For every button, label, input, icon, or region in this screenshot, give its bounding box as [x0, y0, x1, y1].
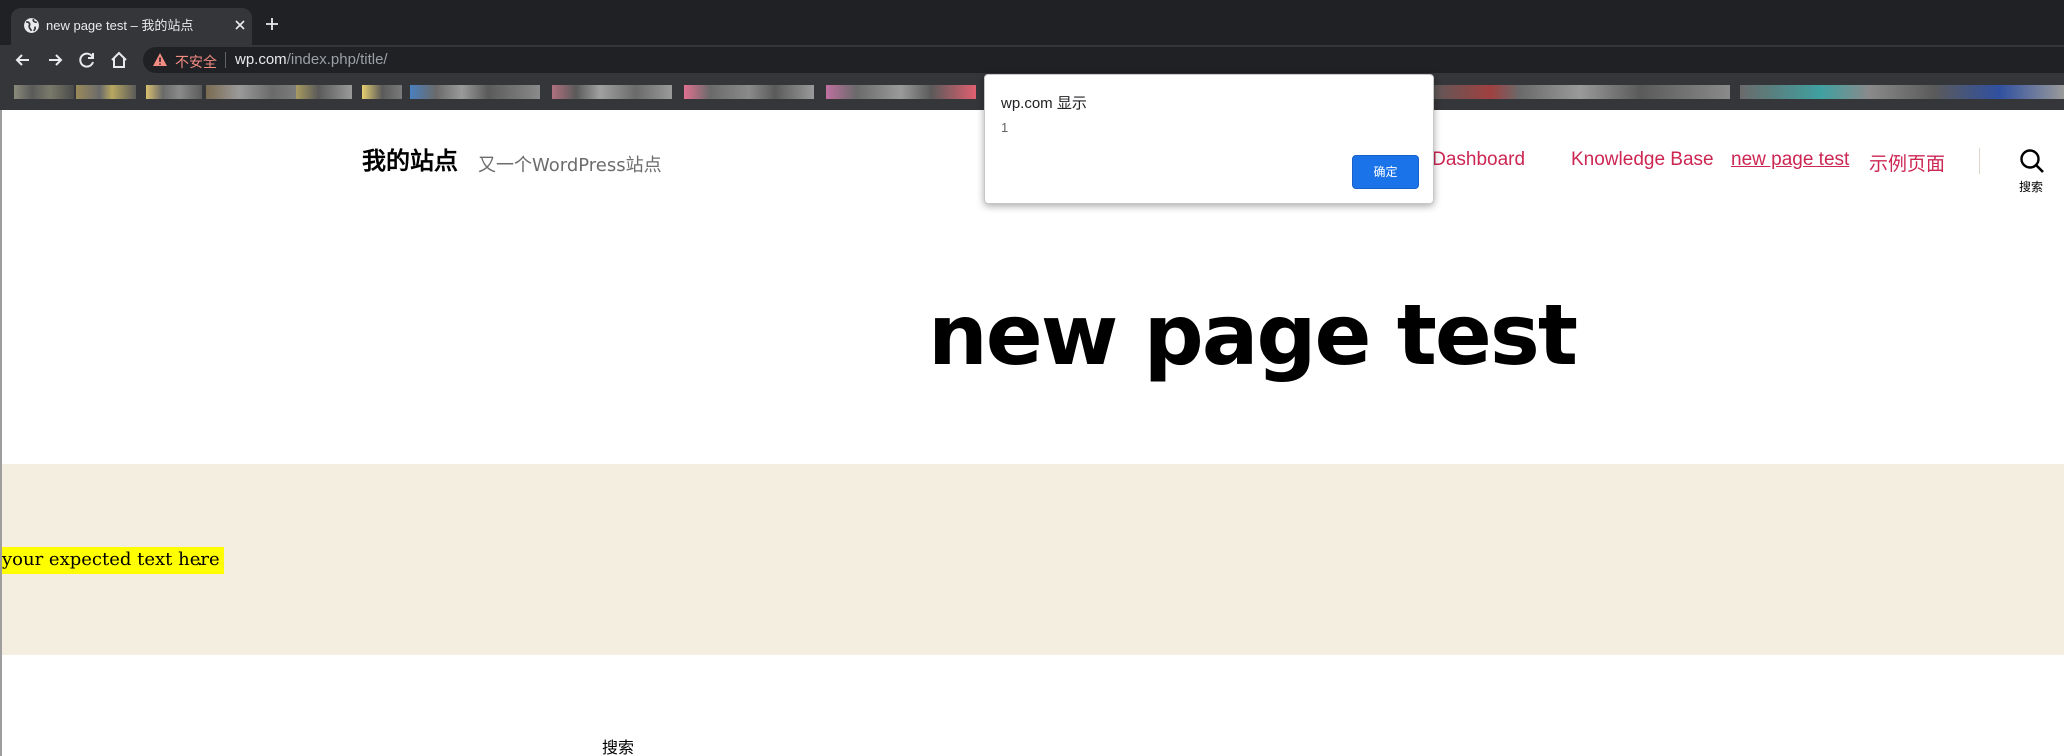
globe-icon	[24, 18, 39, 33]
alert-dialog: wp.com 显示 1 确定	[984, 74, 1434, 204]
site-description: 又一个WordPress站点	[478, 155, 662, 176]
reload-icon[interactable]	[76, 49, 98, 71]
nav-divider	[1979, 148, 1980, 174]
bookmark-item[interactable]	[410, 85, 540, 99]
nav-item-knowledge-base[interactable]: Knowledge Base	[1571, 149, 1714, 171]
footer-search-label: 搜索	[602, 738, 635, 756]
browser-toolbar: 不安全 wp.com/index.php/title/	[0, 45, 2064, 75]
bookmark-item[interactable]	[146, 85, 202, 99]
browser-tab[interactable]: new page test – 我的站点	[11, 8, 252, 45]
content-section: your expected text here .	[2, 464, 2064, 655]
search-toggle-label: 搜索	[2019, 180, 2044, 194]
forward-icon[interactable]	[44, 49, 66, 71]
nav-item-new-page-test[interactable]: new page test	[1731, 149, 1849, 171]
ok-button[interactable]: 确定	[1352, 155, 1419, 189]
warning-icon[interactable]	[152, 52, 168, 68]
trailing-text: .	[197, 549, 203, 570]
bookmark-item[interactable]	[826, 85, 976, 99]
close-icon[interactable]	[232, 17, 248, 33]
bookmark-item[interactable]	[1430, 85, 1730, 99]
address-bar[interactable]: 不安全 wp.com/index.php/title/	[143, 47, 2064, 73]
url-text[interactable]: wp.com/index.php/title/	[235, 51, 388, 68]
browser-tab-strip: new page test – 我的站点	[0, 0, 2064, 45]
search-toggle-button[interactable]: 搜索	[2014, 148, 2048, 194]
bookmark-item[interactable]	[684, 85, 814, 99]
page-title: new page test	[928, 286, 1578, 384]
highlighted-text: your expected text here	[2, 547, 224, 574]
bookmark-item[interactable]	[362, 85, 402, 99]
dialog-message: 1	[1001, 120, 1009, 135]
bookmark-item[interactable]	[14, 85, 74, 99]
bookmark-item[interactable]	[552, 85, 672, 99]
search-icon	[2020, 149, 2044, 173]
site-title[interactable]: 我的站点	[362, 141, 458, 176]
security-label[interactable]: 不安全	[175, 52, 217, 72]
home-icon[interactable]	[108, 49, 130, 71]
bookmark-item[interactable]	[76, 85, 136, 99]
url-host: wp.com	[235, 51, 287, 68]
bookmark-item[interactable]	[1740, 85, 2064, 99]
omnibox-divider	[225, 52, 226, 68]
web-page: 我的站点 又一个WordPress站点 nt Dashboard Knowled…	[0, 110, 2064, 756]
dialog-title: wp.com 显示	[1001, 95, 1087, 112]
tab-title: new page test – 我的站点	[46, 18, 194, 33]
plus-icon[interactable]	[262, 14, 282, 34]
nav-item-sample-page[interactable]: 示例页面	[1869, 149, 1945, 176]
url-path: /index.php/title/	[286, 51, 388, 68]
back-icon[interactable]	[12, 49, 34, 71]
bookmark-item[interactable]	[296, 85, 352, 99]
